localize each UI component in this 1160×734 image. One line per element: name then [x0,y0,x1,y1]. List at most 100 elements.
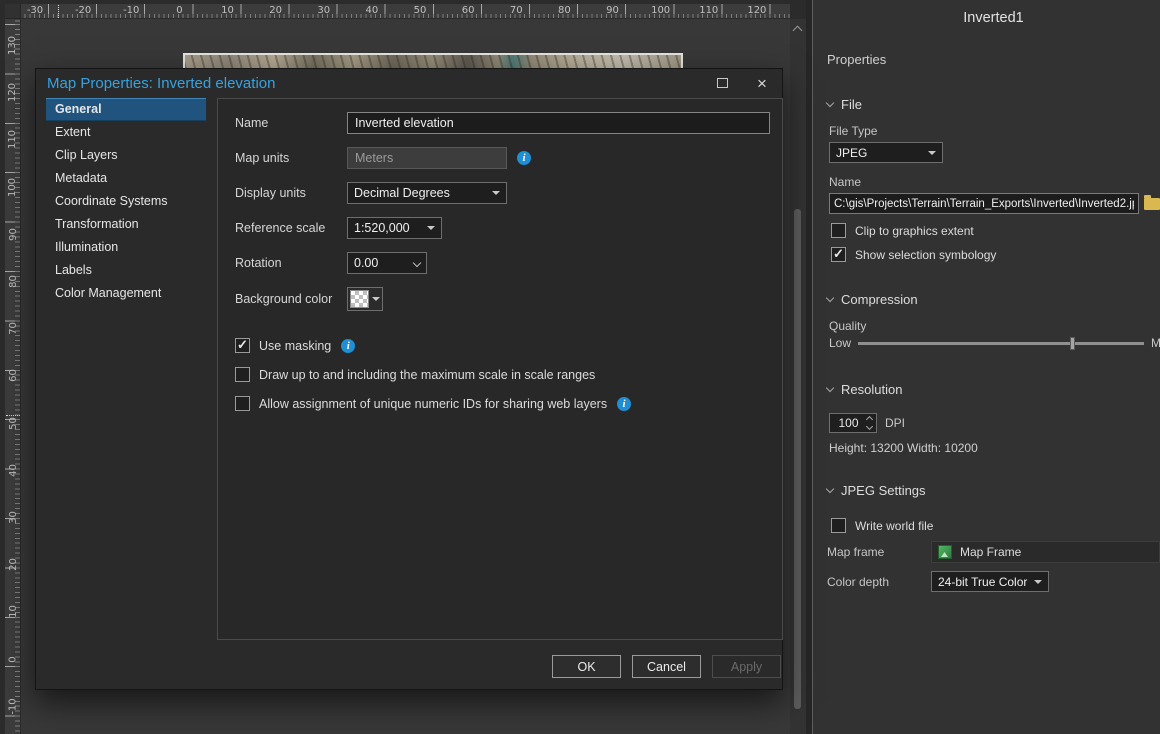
ruler-label: 60 [453,5,483,17]
ruler-label: 70 [501,5,531,17]
chevron-down-icon [413,259,421,267]
checkbox[interactable] [235,396,250,411]
quality-slider[interactable] [858,336,1144,350]
scroll-up-icon[interactable] [793,26,803,36]
display-units-select[interactable]: Decimal Degrees [347,182,507,204]
map-frame-select[interactable]: Map Frame [931,541,1160,563]
ruler-label: 0 [8,656,19,662]
checkbox[interactable] [831,223,846,238]
output-dimensions: Height: 13200 Width: 10200 [829,441,1160,455]
sidebar-item-color-management[interactable]: Color Management [46,282,206,305]
info-icon[interactable]: i [617,397,631,411]
ruler-label: 20 [7,558,18,571]
selection-symbology-checkbox-row[interactable]: Show selection symbology [831,247,1160,262]
dialog-titlebar[interactable]: Map Properties: Inverted elevation × [36,69,782,97]
ruler-label: 30 [7,511,18,524]
ruler-label: 50 [405,5,435,17]
ruler-label: 60 [7,370,18,383]
background-color-picker[interactable] [347,287,383,311]
ruler-cursor-marker [58,5,59,18]
file-name-label: Name [829,175,1160,189]
section-title: Resolution [841,382,902,397]
sidebar-item-extent[interactable]: Extent [46,121,206,144]
maximize-icon [717,78,728,88]
export-item-title: Inverted1 [827,10,1160,26]
ruler-label: 30 [309,5,339,17]
sidebar-item-general[interactable]: General [46,98,206,121]
dialog-buttons: OK Cancel Apply [552,655,781,678]
sidebar-item-clip-layers[interactable]: Clip Layers [46,144,206,167]
scrollbar-thumb[interactable] [794,209,801,709]
map-frame-preview[interactable] [183,53,683,69]
combo-value: 0.00 [354,256,414,270]
sidebar-item-metadata[interactable]: Metadata [46,167,206,190]
dropdown-arrow-icon [372,297,380,301]
quality-slider-thumb[interactable] [1070,337,1075,350]
close-button[interactable]: × [742,69,782,97]
select-value: Decimal Degrees [354,186,492,200]
ruler-label: 80 [7,275,18,288]
checkbox-label: Write world file [855,519,933,533]
clip-extent-checkbox-row[interactable]: Clip to graphics extent [831,223,1160,238]
info-icon[interactable]: i [517,151,531,165]
reference-scale-select[interactable]: 1:520,000 [347,217,442,239]
properties-label: Properties [827,52,1160,67]
chevron-down-icon [826,485,834,493]
checkbox-row: Allow assignment of unique numeric IDs f… [235,393,770,414]
checkbox[interactable] [235,338,250,353]
field-label: Rotation [235,256,347,270]
map-frame-row: Map frame Map Frame [827,541,1160,563]
sidebar-item-labels[interactable]: Labels [46,259,206,282]
file-type-select[interactable]: JPEG [829,142,943,163]
dialog-content-panel: Name Map units i Display units Decimal D… [217,98,783,640]
form-row-display-units: Display units Decimal Degrees [235,182,770,204]
checkbox-label: Use masking [259,339,331,353]
checkbox[interactable] [831,518,846,533]
browse-folder-icon[interactable] [1144,198,1160,210]
map-name-input[interactable] [347,112,770,134]
apply-button: Apply [712,655,781,678]
spinner-buttons[interactable] [867,417,872,429]
form-row-background-color: Background color [235,287,770,311]
dialog-checkboxes: Use maskingiDraw up to and including the… [235,335,770,414]
ruler-label: -10 [8,698,19,714]
sidebar-item-transformation[interactable]: Transformation [46,213,206,236]
ruler-label: -10 [116,5,146,17]
info-icon[interactable]: i [341,339,355,353]
dpi-spinner[interactable]: 100 [829,413,877,433]
rotation-combo[interactable]: 0.00 [347,252,427,274]
color-depth-select[interactable]: 24-bit True Color [931,571,1049,592]
field-label: Display units [235,186,347,200]
ruler-label: -30 [20,5,50,17]
section-header-resolution[interactable]: Resolution [827,382,1160,397]
sidebar-item-coordinate-systems[interactable]: Coordinate Systems [46,190,206,213]
checkbox[interactable] [831,247,846,262]
ruler-label: 40 [357,5,387,17]
checkbox[interactable] [235,367,250,382]
ruler-label: -20 [68,5,98,17]
color-depth-row: Color depth 24-bit True Color [827,571,1160,592]
sidebar-item-illumination[interactable]: Illumination [46,236,206,259]
map-frame-label: Map frame [827,545,931,559]
map-frame-icon [938,545,952,559]
dialog-sidebar: GeneralExtentClip LayersMetadataCoordina… [46,98,206,305]
ruler-label: 0 [164,5,194,17]
dropdown-arrow-icon [492,191,500,195]
map-properties-dialog: Map Properties: Inverted elevation × Gen… [35,68,783,690]
section-header-file[interactable]: File [827,97,1160,112]
maximize-button[interactable] [702,69,742,97]
ruler-label: 80 [549,5,579,17]
chevron-down-icon [826,384,834,392]
section-header-compression[interactable]: Compression [827,292,1160,307]
world-file-checkbox-row[interactable]: Write world file [831,518,1160,533]
ruler-label: 90 [7,228,18,241]
ruler-label: 10 [213,5,243,17]
section-header-jpeg-settings[interactable]: JPEG Settings [827,483,1160,498]
file-name-row [829,193,1160,214]
file-path-input[interactable] [829,193,1139,214]
cancel-button[interactable]: Cancel [632,655,701,678]
canvas-vertical-scrollbar[interactable] [790,19,806,734]
ok-button[interactable]: OK [552,655,621,678]
quality-slider-row: Low M [829,336,1160,350]
quality-label: Quality [829,319,1160,333]
